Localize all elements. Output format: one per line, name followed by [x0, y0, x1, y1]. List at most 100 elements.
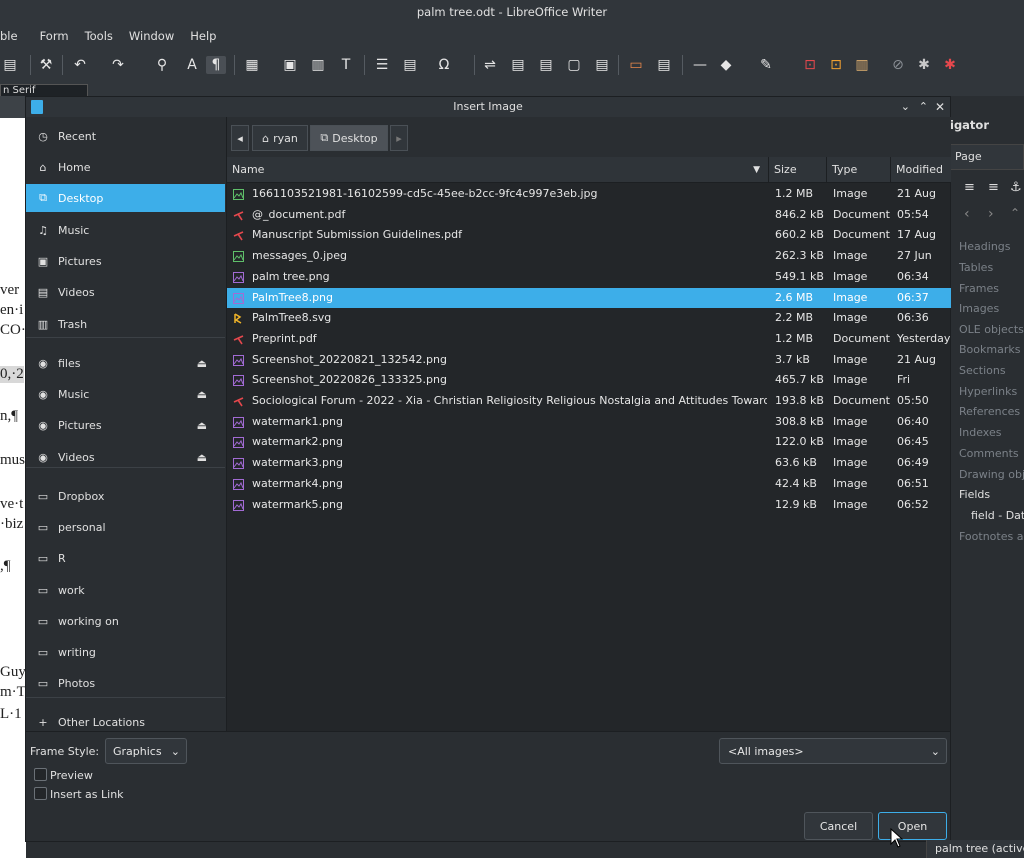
save-icon[interactable]: ▤ [0, 56, 20, 74]
sidebar-item-music[interactable]: ◉ Music ⏏ [26, 380, 225, 408]
nav-item[interactable]: Tables [959, 261, 993, 274]
align-left-icon[interactable]: ≡ [964, 180, 975, 195]
sidebar-item-home[interactable]: ⌂ Home [26, 153, 225, 181]
file-row[interactable]: Sociological Forum - 2022 - Xia - Christ… [227, 391, 951, 412]
eject-icon[interactable]: ⏏ [197, 388, 207, 401]
file-row[interactable]: Screenshot_20220826_133325.png 465.7 kB Im… [227, 370, 951, 391]
zotero-add-note-icon[interactable]: ✱ [940, 56, 960, 74]
sidebar-item-working-on[interactable]: ▭ working on [26, 607, 225, 635]
page-break-icon[interactable]: ☰ [372, 56, 392, 74]
zotero-insert-bibliography-icon[interactable]: ⊡ [826, 56, 846, 74]
open-button[interactable]: Open [878, 812, 947, 840]
file-row[interactable]: Manuscript Submission Guidelines.pdf 660.… [227, 225, 951, 246]
column-size[interactable]: Size [769, 157, 827, 183]
sidebar-item-files[interactable]: ◉ files ⏏ [26, 349, 225, 377]
nav-item-field-date[interactable]: field - Date [971, 509, 1024, 522]
spelling-icon[interactable]: A [182, 56, 202, 74]
file-row[interactable]: Preprint.pdf 1.2 MB Document Yesterday [227, 329, 951, 350]
nav-item[interactable]: OLE objects [959, 323, 1024, 336]
chevron-up-icon[interactable]: ⌃ [1010, 206, 1020, 220]
path-forward-button[interactable]: ▸ [390, 125, 408, 151]
menu-help[interactable]: Help [182, 29, 224, 43]
insert-chart-icon[interactable]: ▥ [308, 56, 328, 74]
eject-icon[interactable]: ⏏ [197, 419, 207, 432]
zotero-preferences-icon[interactable]: ✱ [914, 56, 934, 74]
menu-window[interactable]: Window [121, 29, 182, 43]
file-row[interactable]: messages_0.jpeg 262.3 kB Image 27 Jun [227, 246, 951, 267]
menu-tools[interactable]: Tools [77, 29, 121, 43]
menu-form[interactable]: Form [26, 29, 77, 43]
column-modified[interactable]: Modified [891, 157, 951, 183]
document-page[interactable]: ver en·i CO· 0,·2 n,¶ mus ve·t ·biz ,¶ G… [0, 118, 26, 858]
cancel-button[interactable]: Cancel [804, 812, 873, 840]
eject-icon[interactable]: ⏏ [197, 451, 207, 464]
zotero-refresh-icon[interactable]: ▥ [852, 56, 872, 74]
track-changes-icon[interactable]: ▤ [654, 56, 674, 74]
comment-icon[interactable]: ▭ [626, 56, 646, 74]
file-row[interactable]: PalmTree8.svg 2.2 MB Image 06:36 [227, 308, 951, 329]
taskbar-item[interactable]: palm tree (active) [926, 840, 1024, 858]
column-type[interactable]: Type [827, 157, 891, 183]
file-row[interactable]: watermark2.png 122.0 kB Image 06:45 [227, 432, 951, 453]
menu-table[interactable]: ble [0, 29, 26, 43]
bookmark-icon[interactable]: ▢ [564, 56, 584, 74]
insert-image-icon[interactable]: ▣ [280, 56, 300, 74]
previous-icon[interactable]: ‹ [964, 206, 970, 222]
sidebar-item-writing[interactable]: ▭ writing [26, 638, 225, 666]
insert-textbox-icon[interactable]: T [336, 56, 356, 74]
find-replace-icon[interactable]: ⚲ [152, 56, 172, 74]
insert-line-icon[interactable]: — [690, 56, 710, 74]
nav-item[interactable]: Bookmarks [959, 343, 1020, 356]
file-row[interactable]: 1661103521981-16102599-cd5c-45ee-b2cc-9f… [227, 184, 951, 205]
sidebar-item-desktop[interactable]: ⧉ Desktop [26, 184, 225, 212]
zotero-unlink-icon[interactable]: ⊘ [888, 56, 908, 74]
sidebar-item-r[interactable]: ▭ R [26, 544, 225, 572]
formatting-marks-icon[interactable]: ¶ [206, 56, 226, 74]
zotero-insert-citation-icon[interactable]: ⊡ [800, 56, 820, 74]
sidebar-item-recent[interactable]: ◷ Recent [26, 122, 225, 150]
column-name[interactable]: Name ▼ [227, 157, 769, 183]
sidebar-item-personal[interactable]: ▭ personal [26, 513, 225, 541]
draw-functions-icon[interactable]: ✎ [756, 56, 776, 74]
nav-item[interactable]: Footnotes an [959, 530, 1024, 543]
path-home-button[interactable]: ⌂ ryan [252, 125, 308, 151]
file-row[interactable]: watermark3.png 63.6 kB Image 06:49 [227, 453, 951, 474]
file-row[interactable]: @_document.pdf 846.2 kB Document 05:54 [227, 205, 951, 226]
redo-icon[interactable]: ↷ [108, 56, 128, 74]
sidebar-item-photos[interactable]: ▭ Photos [26, 669, 225, 697]
nav-item[interactable]: Comments [959, 447, 1019, 460]
anchor-icon[interactable]: ⚓ [1010, 180, 1022, 195]
frame-style-select[interactable]: Graphics ⌄ [105, 738, 187, 764]
nav-item[interactable]: Images [959, 302, 999, 315]
next-icon[interactable]: › [988, 206, 994, 222]
nav-item[interactable]: Sections [959, 364, 1006, 377]
close-icon[interactable]: ✕ [935, 97, 945, 117]
file-row[interactable]: watermark1.png 308.8 kB Image 06:40 [227, 412, 951, 433]
nav-item[interactable]: Indexes [959, 426, 1001, 439]
nav-item[interactable]: Drawing obje [959, 468, 1024, 481]
insert-as-link-checkbox[interactable] [34, 787, 47, 800]
sidebar-item-pictures[interactable]: ▣ Pictures [26, 247, 225, 275]
sidebar-item-trash[interactable]: ▥ Trash [26, 310, 225, 338]
nav-item-fields[interactable]: Fields [959, 488, 990, 501]
nav-item[interactable]: References [959, 405, 1020, 418]
undo-icon[interactable]: ↶ [70, 56, 90, 74]
file-row[interactable]: Screenshot_20220821_132542.png 3.7 kB Imag… [227, 350, 951, 371]
eject-icon[interactable]: ⏏ [197, 357, 207, 370]
clone-formatting-icon[interactable]: ⚒ [36, 56, 56, 74]
sidebar-item-work[interactable]: ▭ work [26, 576, 225, 604]
sidebar-item-other-locations[interactable]: + Other Locations [26, 708, 225, 731]
endnote-icon[interactable]: ▤ [536, 56, 556, 74]
insert-table-icon[interactable]: ▦ [242, 56, 262, 74]
sidebar-item-music[interactable]: ♫ Music [26, 216, 225, 244]
insert-field-icon[interactable]: ▤ [400, 56, 420, 74]
align-center-icon[interactable]: ≡ [988, 180, 999, 195]
minimize-icon[interactable]: ⌄ [901, 97, 910, 117]
file-type-filter-select[interactable]: <All images> ⌄ [719, 738, 947, 764]
preview-checkbox[interactable] [34, 768, 47, 781]
sidebar-item-pictures[interactable]: ◉ Pictures ⏏ [26, 411, 225, 439]
sidebar-item-dropbox[interactable]: ▭ Dropbox [26, 482, 225, 510]
path-back-button[interactable]: ◂ [231, 125, 249, 151]
sidebar-item-videos[interactable]: ▤ Videos [26, 278, 225, 306]
file-row[interactable]: watermark4.png 42.4 kB Image 06:51 [227, 474, 951, 495]
